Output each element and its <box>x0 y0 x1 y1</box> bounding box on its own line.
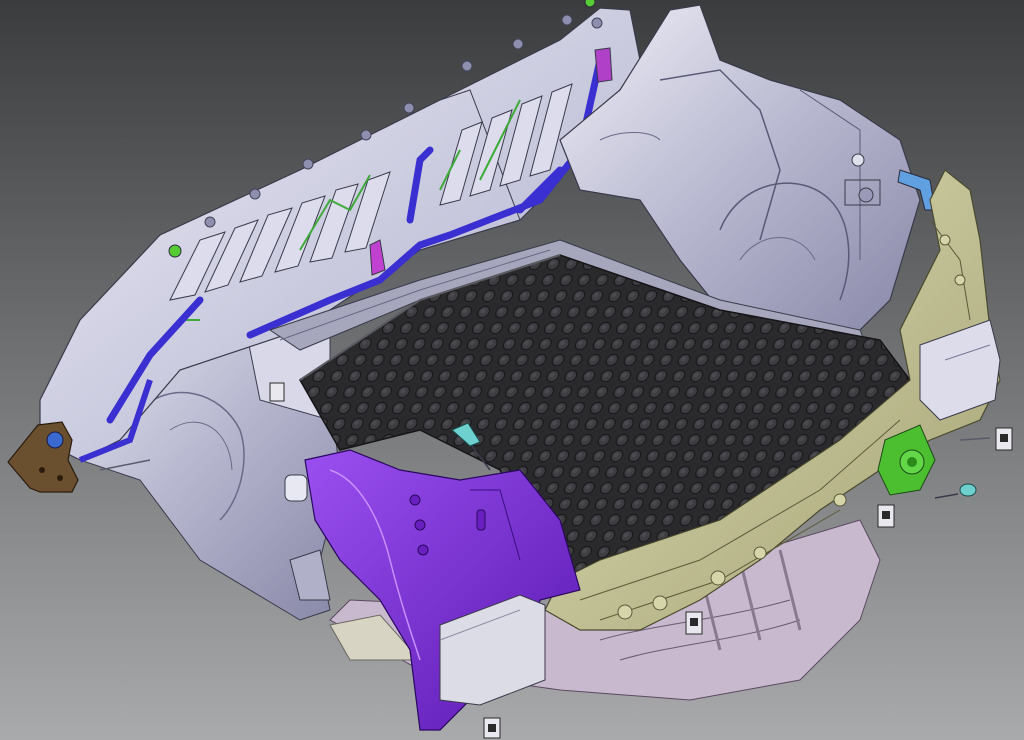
seat-latch-green <box>168 244 182 258</box>
fastener <box>877 504 895 528</box>
trunk-assembly-render <box>0 0 1024 740</box>
magenta-latch <box>594 47 613 83</box>
fastener <box>995 427 1013 451</box>
cad-3d-viewport[interactable] <box>0 0 1024 740</box>
fastener <box>483 717 501 739</box>
fastener <box>685 611 703 635</box>
fastener <box>269 382 285 402</box>
